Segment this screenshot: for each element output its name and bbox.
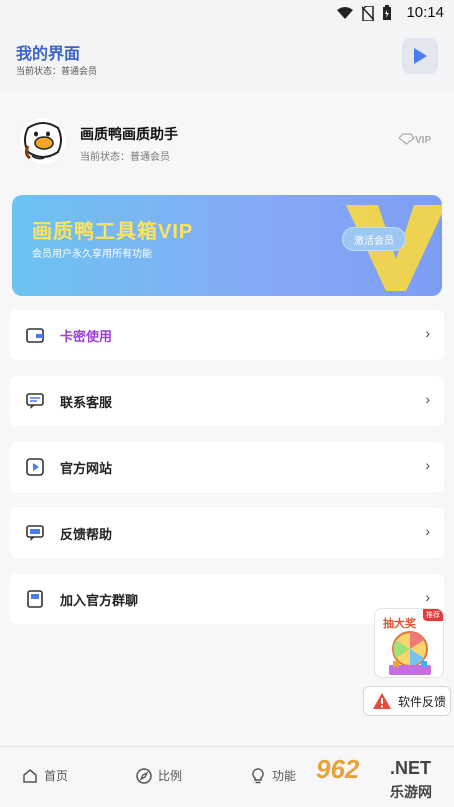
- status-bar: 10:14: [0, 0, 454, 26]
- menu-item-official-site[interactable]: 官方网站 ›: [10, 442, 444, 492]
- profile-card[interactable]: 画质鸭画质助手 当前状态：普通会员 VIP: [18, 116, 438, 170]
- menu-item-contact-support[interactable]: 联系客服 ›: [10, 376, 444, 426]
- bulb-icon: [252, 767, 264, 783]
- home-icon: [23, 768, 37, 783]
- tab-features[interactable]: 功能: [250, 767, 296, 784]
- status-time: 10:14: [406, 4, 444, 21]
- play-icon: [414, 48, 427, 64]
- chat-icon: [26, 393, 44, 409]
- diamond-icon: VIP: [398, 133, 431, 146]
- book-icon: [27, 590, 43, 608]
- menu-label-join-group: 加入官方群聊: [60, 593, 139, 608]
- watermark-net: .NET: [390, 758, 432, 778]
- message-icon: [26, 525, 44, 541]
- banner-subtitle: 会员用户永久享用所有功能: [32, 249, 152, 260]
- watermark-cn: 乐游网: [390, 784, 432, 800]
- prize-wheel-icon: [389, 631, 431, 675]
- status-icons: [336, 5, 392, 21]
- header-status: 当前状态：普通会员: [16, 66, 98, 76]
- software-feedback-button[interactable]: 软件反馈: [363, 686, 451, 716]
- menu-label-feedback-help: 反馈帮助: [60, 527, 113, 542]
- compass-icon: [136, 767, 152, 784]
- avatar[interactable]: [18, 116, 68, 166]
- menu-label-contact-support: 联系客服: [60, 395, 113, 410]
- watermark-number: 962: [316, 754, 360, 784]
- activate-member-button[interactable]: 激活会员: [342, 227, 406, 251]
- vip-label: VIP: [415, 135, 431, 145]
- menu-label-official-site: 官方网站: [60, 461, 113, 476]
- main-content: 画质鸭画质助手 当前状态：普通会员 VIP 画质鸭工具箱VIP 会员用户永久享用…: [0, 90, 454, 746]
- tab-label-ratio: 比例: [158, 769, 183, 783]
- tab-label-features: 功能: [272, 769, 297, 783]
- page-header: 我的界面 当前状态：普通会员: [0, 26, 454, 88]
- warning-icon: [373, 693, 391, 709]
- page-title: 我的界面: [16, 46, 81, 63]
- chevron-right-icon: ›: [425, 523, 430, 539]
- wifi-icon: [337, 7, 353, 19]
- battery-icon: [383, 5, 391, 20]
- banner-title: 画质鸭工具箱VIP: [32, 221, 194, 243]
- chevron-right-icon: ›: [425, 391, 430, 407]
- menu-item-card-key[interactable]: 卡密使用 ›: [10, 310, 444, 360]
- wallet-icon: [26, 328, 44, 343]
- site-watermark: 962 .NET 乐游网: [316, 754, 446, 804]
- vip-banner[interactable]: 画质鸭工具箱VIP 会员用户永久享用所有功能 激活会员: [12, 195, 442, 296]
- profile-name: 画质鸭画质助手: [80, 126, 178, 142]
- menu-label-card-key: 卡密使用: [60, 329, 113, 344]
- play-button[interactable]: [402, 38, 438, 74]
- lottery-widget[interactable]: 抽大奖 推荐: [374, 608, 444, 678]
- chevron-right-icon: ›: [425, 589, 430, 605]
- tab-home[interactable]: 首页: [22, 767, 68, 784]
- chevron-right-icon: ›: [425, 457, 430, 473]
- tab-label-home: 首页: [44, 769, 69, 783]
- vip-badge: VIP: [398, 132, 438, 150]
- profile-status: 当前状态：普通会员: [80, 152, 170, 163]
- menu-item-feedback-help[interactable]: 反馈帮助 ›: [10, 508, 444, 558]
- no-sim-icon: [362, 5, 374, 21]
- play-square-icon: [26, 458, 44, 476]
- feedback-label: 软件反馈: [398, 694, 447, 709]
- duck-avatar-icon: [18, 116, 68, 166]
- chevron-right-icon: ›: [425, 325, 430, 341]
- tab-ratio[interactable]: 比例: [136, 767, 182, 784]
